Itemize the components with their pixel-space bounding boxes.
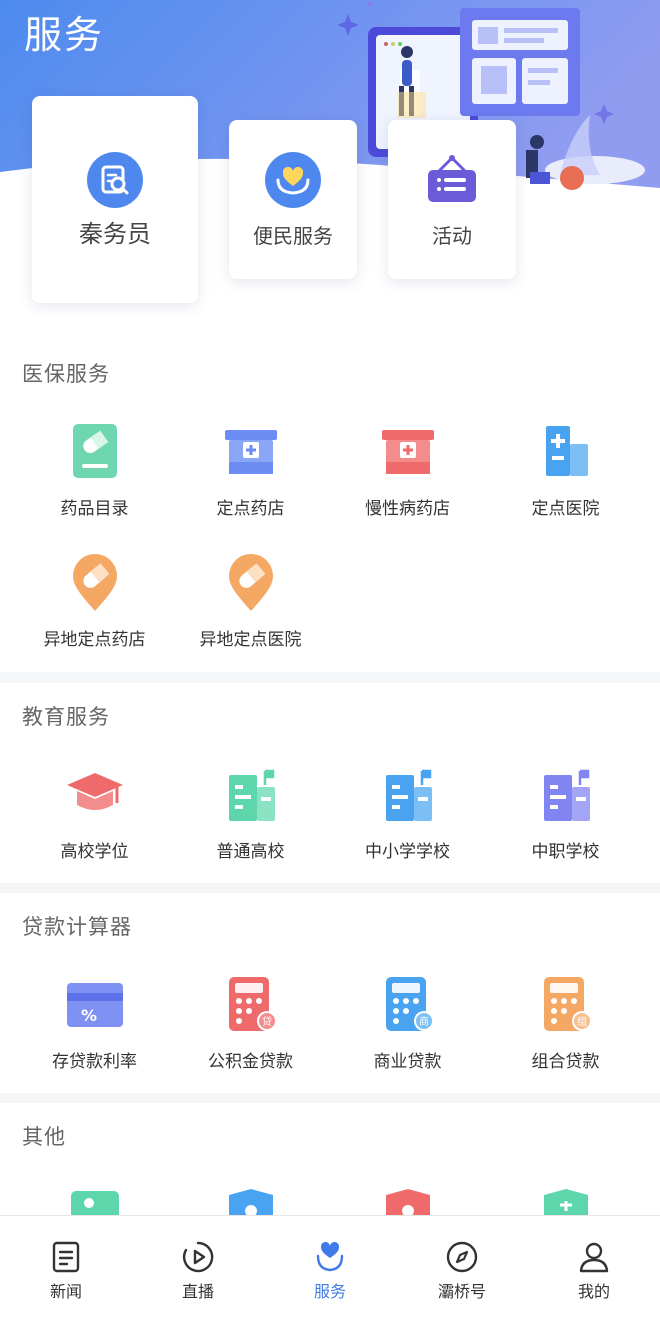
compass-icon: [445, 1240, 479, 1274]
school-building-icon: [536, 765, 596, 825]
calculator-icon: 组: [536, 975, 596, 1035]
search-doc-icon: [87, 152, 143, 208]
calculator-icon: 商: [378, 975, 438, 1035]
item-deposit-loan-rate[interactable]: % 存贷款利率: [12, 975, 177, 1072]
shield-icon: [536, 1189, 596, 1215]
pill-location-icon: [221, 553, 281, 613]
tab-news[interactable]: 新闻: [0, 1216, 132, 1321]
item-label: 定点医院: [531, 499, 600, 519]
user-icon: [577, 1240, 611, 1274]
card-activity[interactable]: 活动: [388, 120, 516, 279]
section-medical: 医保服务 药品目录 定点药店 慢性病药店 定点医院 异地定点药店 异地定点医院: [0, 330, 660, 672]
school-building-icon: [221, 765, 281, 825]
calculator-badge: 商: [419, 1015, 429, 1028]
item-label: 存贷款利率: [52, 1052, 137, 1072]
item-label: 定点药店: [216, 499, 285, 519]
tab-label: 新闻: [49, 1282, 82, 1301]
svg-text:%: %: [81, 1006, 97, 1025]
item-label: 慢性病药店: [365, 499, 450, 519]
signboard-icon: [424, 152, 480, 208]
item-label: 商业贷款: [373, 1052, 442, 1072]
card-qinwuyuan[interactable]: 秦务员: [32, 96, 198, 303]
item-designated-hospital[interactable]: 定点医院: [483, 422, 648, 519]
calculator-icon: 贷: [221, 975, 281, 1035]
section-other: 其他: [0, 1103, 660, 1215]
item-label: 中职学校: [531, 842, 600, 862]
item-primary-secondary-school[interactable]: 中小学学校: [325, 765, 490, 862]
item-general-university[interactable]: 普通高校: [168, 765, 333, 862]
item-vocational-school[interactable]: 中职学校: [483, 765, 648, 862]
calculator-badge: 贷: [262, 1015, 272, 1028]
section-title: 医保服务: [22, 362, 110, 386]
graduation-cap-icon: [65, 765, 125, 825]
school-building-icon: [378, 765, 438, 825]
item-label: 组合贷款: [531, 1052, 600, 1072]
item-label: 药品目录: [60, 499, 129, 519]
shield-icon: [378, 1189, 438, 1215]
pharmacy-store-red-icon: [378, 422, 438, 482]
item-label: 普通高校: [216, 842, 285, 862]
tab-label: 服务: [313, 1282, 346, 1301]
heart-person-icon: [313, 1240, 347, 1274]
tab-label: 直播: [181, 1282, 214, 1301]
section-education: 教育服务 高校学位 普通高校 中小学学校 中职学校: [0, 683, 660, 883]
item-remote-pharmacy[interactable]: 异地定点药店: [12, 553, 177, 650]
section-title: 贷款计算器: [22, 915, 132, 939]
pill-card-icon: [65, 422, 125, 482]
item-university-degree[interactable]: 高校学位: [12, 765, 177, 862]
play-circle-icon: [181, 1240, 215, 1274]
item-label: 公积金贷款: [208, 1052, 293, 1072]
item-label: 异地定点药店: [43, 630, 146, 650]
tab-label: 我的: [577, 1282, 610, 1301]
item-other-4[interactable]: [483, 1189, 648, 1215]
tab-mine[interactable]: 我的: [528, 1216, 660, 1321]
pharmacy-store-icon: [221, 422, 281, 482]
tab-live[interactable]: 直播: [132, 1216, 264, 1321]
card-label: 活动: [432, 224, 472, 248]
heart-hands-icon: [265, 152, 321, 208]
item-designated-pharmacy[interactable]: 定点药店: [168, 422, 333, 519]
item-combined-loan[interactable]: 组 组合贷款: [483, 975, 648, 1072]
bottom-tab-bar: 新闻 直播 服务 灞桥号 我的: [0, 1215, 660, 1321]
section-title: 其他: [22, 1125, 66, 1149]
item-remote-hospital[interactable]: 异地定点医院: [168, 553, 333, 650]
item-provident-fund-loan[interactable]: 贷 公积金贷款: [168, 975, 333, 1072]
person-card-icon: [65, 1189, 125, 1215]
page-title: 服务: [24, 13, 105, 57]
section-loan-calculator: 贷款计算器 % 存贷款利率 贷 公积金贷款 商 商业贷款 组 组合贷款: [0, 893, 660, 1093]
item-label: 异地定点医院: [199, 630, 302, 650]
card-convenience-service[interactable]: 便民服务: [229, 120, 357, 279]
calculator-badge: 组: [577, 1015, 587, 1028]
hospital-icon: [536, 422, 596, 482]
shield-icon: [221, 1189, 281, 1215]
item-other-3[interactable]: [325, 1189, 490, 1215]
item-commercial-loan[interactable]: 商 商业贷款: [325, 975, 490, 1072]
item-other-2[interactable]: [168, 1189, 333, 1215]
percent-card-icon: %: [65, 975, 125, 1035]
item-label: 高校学位: [60, 842, 129, 862]
tab-baqiao[interactable]: 灞桥号: [396, 1216, 528, 1321]
section-title: 教育服务: [22, 705, 110, 729]
card-label: 便民服务: [253, 224, 333, 248]
item-label: 中小学学校: [365, 842, 450, 862]
pill-location-icon: [65, 553, 125, 613]
item-drug-catalog[interactable]: 药品目录: [12, 422, 177, 519]
card-label: 秦务员: [79, 220, 151, 248]
news-icon: [49, 1240, 83, 1274]
item-other-1[interactable]: [12, 1189, 177, 1215]
header: 服务 秦务员 便民服务 活动: [0, 0, 660, 330]
item-chronic-pharmacy[interactable]: 慢性病药店: [325, 422, 490, 519]
tab-service[interactable]: 服务: [264, 1216, 396, 1321]
tab-label: 灞桥号: [437, 1282, 486, 1301]
